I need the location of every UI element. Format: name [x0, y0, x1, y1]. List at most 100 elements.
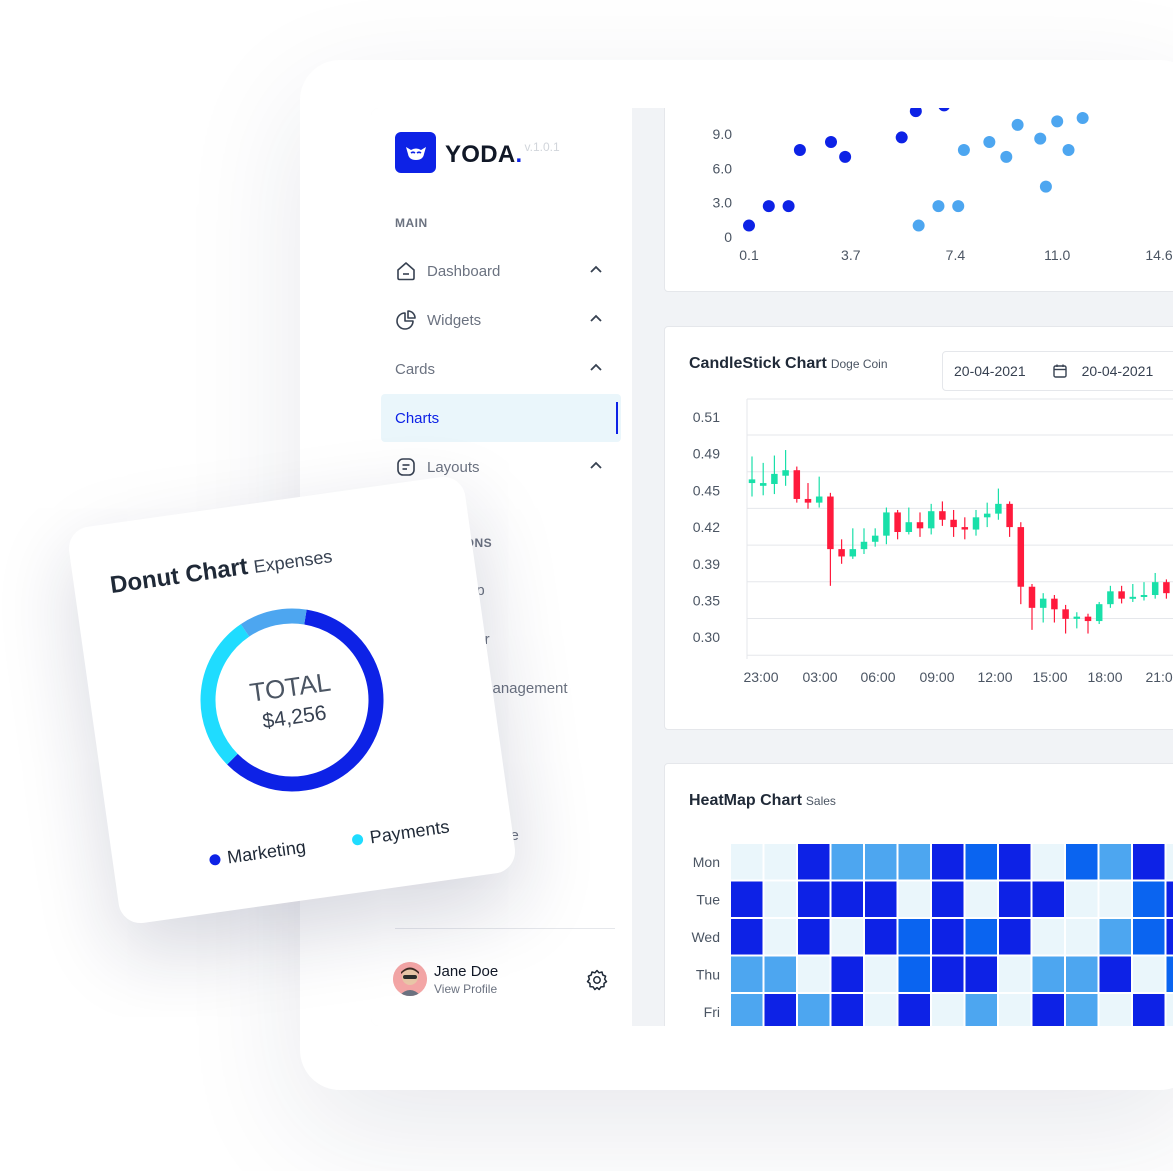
candle-body [1107, 591, 1114, 605]
x-tick-label: 11.0 [1044, 247, 1070, 263]
view-profile-link[interactable]: View Profile [434, 982, 498, 996]
x-tick-label: 14.6 [1145, 247, 1172, 263]
heatmap-cell [831, 994, 863, 1026]
x-tick-label: 21:00 [1145, 669, 1173, 685]
stage: YODA. v.1.0.1 MAIN Dashboard Widgets Car [0, 0, 1173, 1171]
y-tick-label: 0.49 [693, 446, 720, 462]
y-tick-label: 3.0 [713, 195, 733, 211]
x-tick-label: 3.7 [841, 247, 861, 263]
active-indicator [616, 402, 618, 434]
day-label: Wed [691, 929, 720, 945]
candle-body [983, 513, 991, 518]
candlestick-chart: 0.51 0.49 0.45 0.42 0.39 0.35 0.30 23:00 03:00 06… [693, 398, 1173, 685]
heatmap-cell [1166, 919, 1173, 955]
heatmap-cell [1166, 994, 1173, 1026]
heatmap-cell [999, 994, 1031, 1026]
day-label: Mon [693, 854, 720, 870]
y-tick-label: 0.35 [693, 593, 720, 609]
donut-slice [240, 608, 307, 637]
heatmap-cell [1133, 881, 1165, 917]
heatmap-cell [798, 881, 830, 917]
candle-body [759, 483, 767, 486]
day-label: Thu [696, 967, 720, 983]
heatmap-cell [1032, 994, 1064, 1026]
candle-body [1095, 604, 1103, 622]
candle-body [1140, 594, 1148, 597]
candle-body [838, 549, 845, 557]
heatmap-cell [999, 844, 1031, 880]
version-label: v.1.0.1 [524, 140, 560, 154]
scatter-point [938, 108, 950, 112]
heatmap-cell [1066, 919, 1098, 955]
candle-body [883, 512, 890, 536]
heatmap-cell [932, 844, 964, 880]
heatmap-cell [999, 881, 1031, 917]
day-label: Tue [696, 892, 720, 908]
candle-body [972, 517, 980, 530]
logo[interactable]: YODA. v.1.0.1 [395, 132, 560, 173]
chevron-up-icon[interactable] [589, 361, 603, 379]
heatmap-cell [1133, 994, 1165, 1026]
heatmap-cell [1099, 919, 1131, 955]
y-tick-label: 0.45 [693, 482, 720, 498]
heatmap-cell [1099, 994, 1131, 1026]
sidebar-item-cards[interactable]: Cards [381, 345, 621, 393]
candle-body [849, 549, 857, 557]
heatmap-cell [898, 994, 930, 1026]
candle-body [1129, 596, 1137, 599]
x-tick-label: 23:00 [743, 669, 778, 685]
candle-body [916, 522, 924, 529]
heatmap-chart: Mon Tue Wed Thu Fri [691, 844, 1173, 1026]
candle-body [871, 535, 879, 542]
candle-body [1151, 582, 1159, 595]
y-tick-label: 0.39 [693, 556, 720, 572]
yoda-logo-icon [395, 132, 436, 173]
heatmap-cell [831, 919, 863, 955]
candlestick-chart-card: CandleStick Chart Doge Coin 20-04-2021 20… [664, 326, 1173, 730]
chevron-up-icon[interactable] [589, 263, 603, 281]
y-tick-label: 0.30 [693, 629, 720, 645]
candle-body [771, 473, 778, 484]
candle-body [782, 470, 789, 476]
scatter-point [1062, 144, 1075, 157]
sidebar-item-widgets[interactable]: Widgets [381, 296, 621, 344]
avatar [393, 962, 427, 996]
y-tick-label: 6.0 [713, 160, 733, 176]
sidebar-item-label: Widgets [427, 311, 482, 329]
candle-body [1028, 586, 1036, 608]
candle-body [1051, 598, 1058, 610]
heatmap-cell [798, 994, 830, 1026]
heatmap-cell [865, 881, 897, 917]
pie-icon [395, 309, 417, 331]
sidebar-item-dashboard[interactable]: Dashboard [381, 247, 621, 295]
heatmap-cell [831, 956, 863, 992]
gear-icon[interactable] [585, 968, 609, 997]
heatmap-cell [865, 919, 897, 955]
heatmap-cell [1099, 881, 1131, 917]
heatmap-cell [1032, 919, 1064, 955]
x-tick-label: 09:00 [919, 669, 954, 685]
sidebar-item-charts[interactable]: Charts [381, 394, 621, 442]
x-tick-label: 0.1 [739, 247, 759, 263]
candle-body [793, 470, 801, 499]
candle-body [827, 496, 834, 550]
chevron-up-icon[interactable] [589, 312, 603, 330]
heatmap-cell [932, 994, 964, 1026]
heatmap-cell [999, 956, 1031, 992]
sidebar-divider [395, 928, 615, 929]
home-icon [395, 260, 417, 282]
heatmap-cell [898, 881, 930, 917]
heatmap-cell [865, 844, 897, 880]
candle-body [894, 512, 901, 532]
user-profile[interactable]: Jane Doe View Profile [393, 962, 498, 996]
heatmap-cell [798, 956, 830, 992]
heatmap-cell [999, 919, 1031, 955]
y-tick-label: 9.0 [713, 126, 733, 142]
heatmap-cell [731, 881, 763, 917]
candle-body [905, 522, 913, 532]
x-tick-label: 12:00 [977, 669, 1012, 685]
chevron-up-icon[interactable] [589, 459, 603, 477]
heatmap-cell [865, 994, 897, 1026]
candle-body [1084, 616, 1092, 622]
heatmap-cell [764, 844, 796, 880]
